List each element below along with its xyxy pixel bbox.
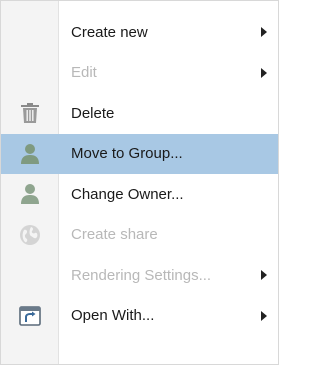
user-icon [18, 182, 42, 206]
trash-icon [18, 101, 42, 125]
submenu-arrow-icon [261, 310, 267, 321]
menu-items: Create new Edit Delete Move to Group... … [1, 12, 278, 336]
open-with-icon [18, 304, 42, 328]
menu-item-create-new[interactable]: Create new [1, 12, 278, 53]
menu-item-move-to-group[interactable]: Move to Group... [1, 133, 278, 174]
menu-item-label: Edit [71, 64, 97, 82]
menu-item-label: Create new [71, 23, 148, 41]
menu-item-label: Change Owner... [71, 185, 184, 203]
menu-item-label: Open With... [71, 307, 155, 325]
menu-item-label: Rendering Settings... [71, 266, 212, 284]
menu-item-label: Create share [71, 226, 158, 244]
submenu-arrow-icon [261, 67, 267, 78]
menu-item-open-with[interactable]: Open With... [1, 296, 278, 337]
submenu-arrow-icon [261, 270, 267, 281]
menu-item-change-owner[interactable]: Change Owner... [1, 174, 278, 215]
context-menu: Create new Edit Delete Move to Group... … [0, 0, 279, 365]
submenu-arrow-icon [261, 27, 267, 38]
user-icon [18, 142, 42, 166]
menu-item-rendering-settings[interactable]: Rendering Settings... [1, 255, 278, 296]
globe-icon [18, 223, 42, 247]
menu-item-create-share[interactable]: Create share [1, 215, 278, 256]
menu-item-label: Move to Group... [71, 145, 183, 163]
menu-item-delete[interactable]: Delete [1, 93, 278, 134]
menu-item-label: Delete [71, 104, 115, 122]
menu-item-edit[interactable]: Edit [1, 53, 278, 94]
